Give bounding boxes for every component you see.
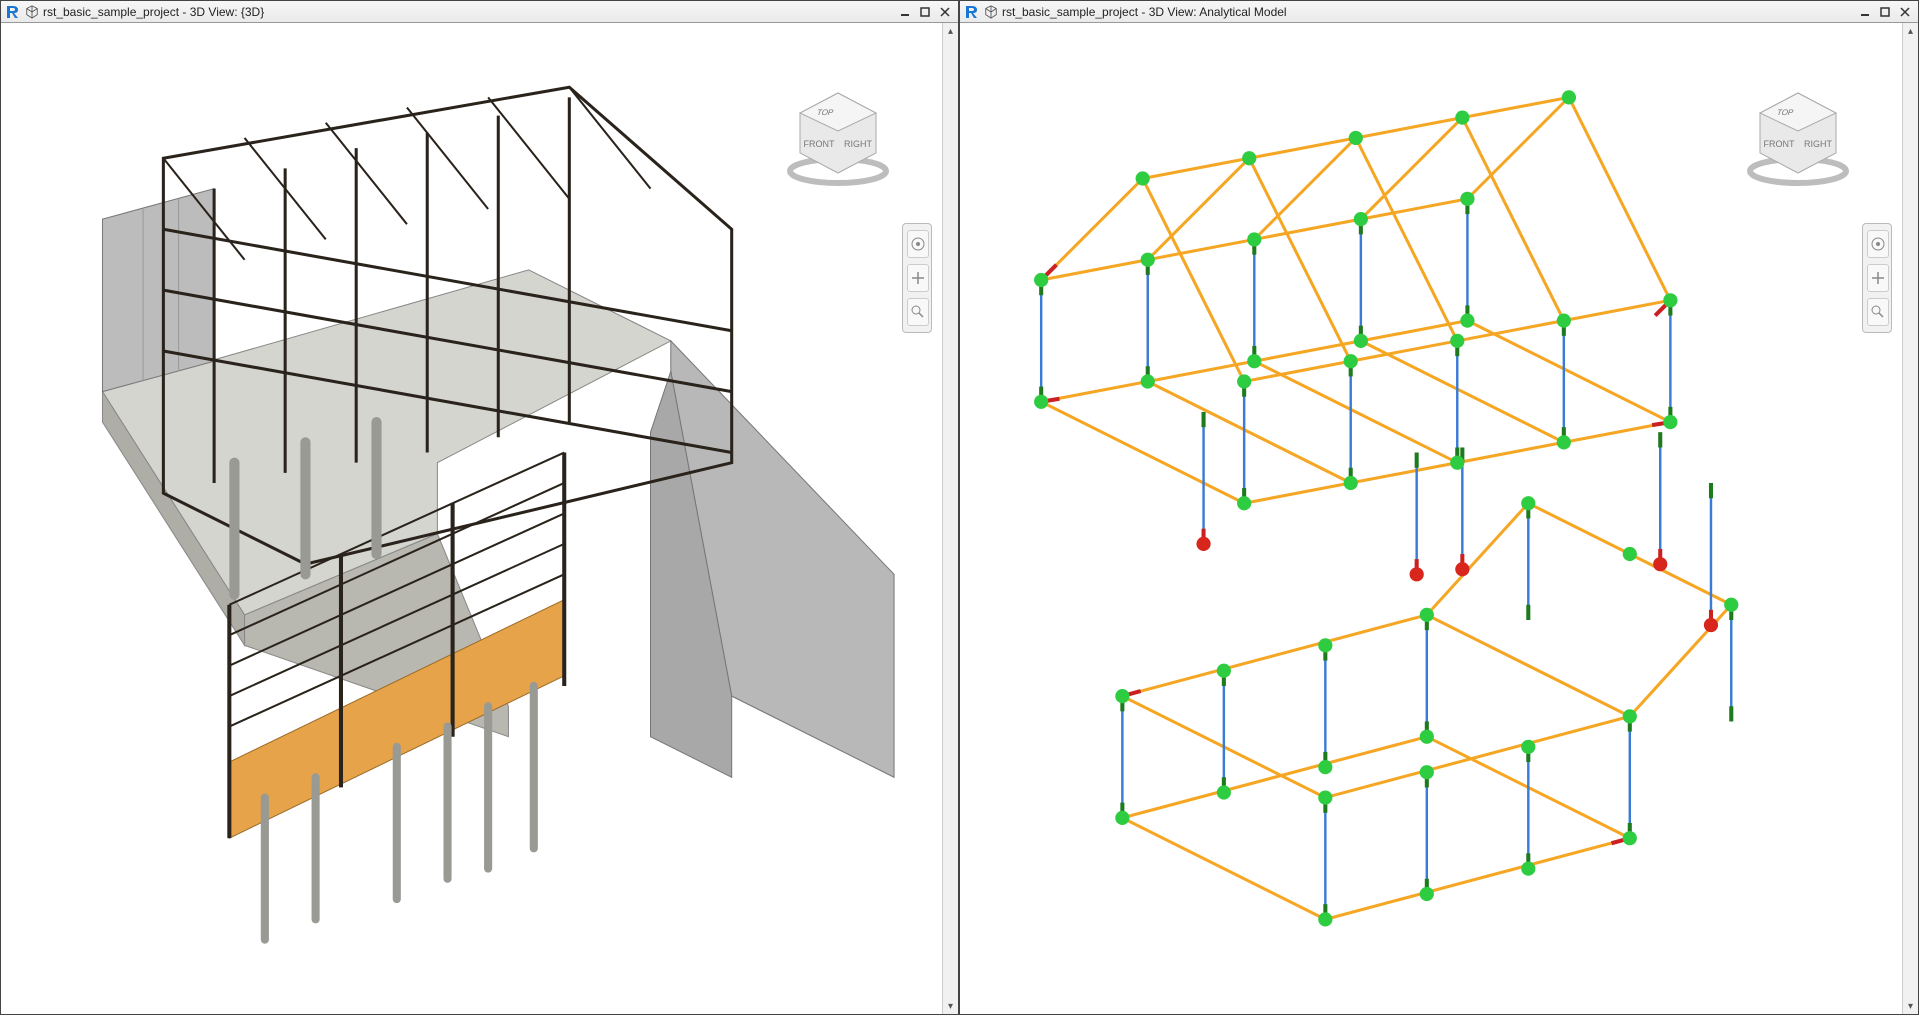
close-button[interactable] <box>936 4 954 20</box>
viewport-analytical[interactable]: TOP FRONT RIGHT ▴ ▾ <box>960 23 1918 1014</box>
revit-logo-icon <box>964 4 980 20</box>
revit-logo-icon <box>5 4 21 20</box>
titlebar-left: rst_basic_sample_project - 3D View: {3D} <box>1 1 958 23</box>
pan-button[interactable] <box>907 264 929 292</box>
zoom-button[interactable] <box>907 298 929 326</box>
window-title-left: rst_basic_sample_project - 3D View: {3D} <box>43 5 892 19</box>
scroll-down-button[interactable]: ▾ <box>1903 998 1919 1014</box>
viewcube-right: RIGHT <box>844 139 873 149</box>
viewcube[interactable]: TOP FRONT RIGHT <box>778 73 898 193</box>
viewcube-top: TOP <box>816 108 836 117</box>
view3d-icon <box>25 5 39 19</box>
steering-wheel-button[interactable] <box>907 230 929 258</box>
minimize-button[interactable] <box>1856 4 1874 20</box>
viewcube-front: FRONT <box>1764 139 1795 149</box>
navigation-bar <box>1862 223 1892 333</box>
scroll-down-button[interactable]: ▾ <box>943 998 959 1014</box>
window-controls-right <box>1856 4 1914 20</box>
steering-wheel-button[interactable] <box>1867 230 1889 258</box>
maximize-button[interactable] <box>1876 4 1894 20</box>
pane-right: rst_basic_sample_project - 3D View: Anal… <box>959 0 1919 1015</box>
view3d-icon <box>984 5 998 19</box>
navigation-bar <box>902 223 932 333</box>
viewcube-right: RIGHT <box>1804 139 1833 149</box>
scroll-up-button[interactable]: ▴ <box>1903 23 1919 39</box>
vertical-scrollbar[interactable]: ▴ ▾ <box>1902 23 1918 1014</box>
viewcube-top: TOP <box>1776 108 1796 117</box>
viewport-3d[interactable]: TOP FRONT RIGHT ▴ ▾ <box>1 23 958 1014</box>
pan-button[interactable] <box>1867 264 1889 292</box>
scroll-up-button[interactable]: ▴ <box>943 23 959 39</box>
window-controls-left <box>896 4 954 20</box>
viewcube-front: FRONT <box>804 139 835 149</box>
zoom-button[interactable] <box>1867 298 1889 326</box>
maximize-button[interactable] <box>916 4 934 20</box>
close-button[interactable] <box>1896 4 1914 20</box>
window-title-right: rst_basic_sample_project - 3D View: Anal… <box>1002 5 1852 19</box>
viewcube[interactable]: TOP FRONT RIGHT <box>1738 73 1858 193</box>
vertical-scrollbar[interactable]: ▴ ▾ <box>942 23 958 1014</box>
minimize-button[interactable] <box>896 4 914 20</box>
titlebar-right: rst_basic_sample_project - 3D View: Anal… <box>960 1 1918 23</box>
pane-left: rst_basic_sample_project - 3D View: {3D} <box>0 0 959 1015</box>
